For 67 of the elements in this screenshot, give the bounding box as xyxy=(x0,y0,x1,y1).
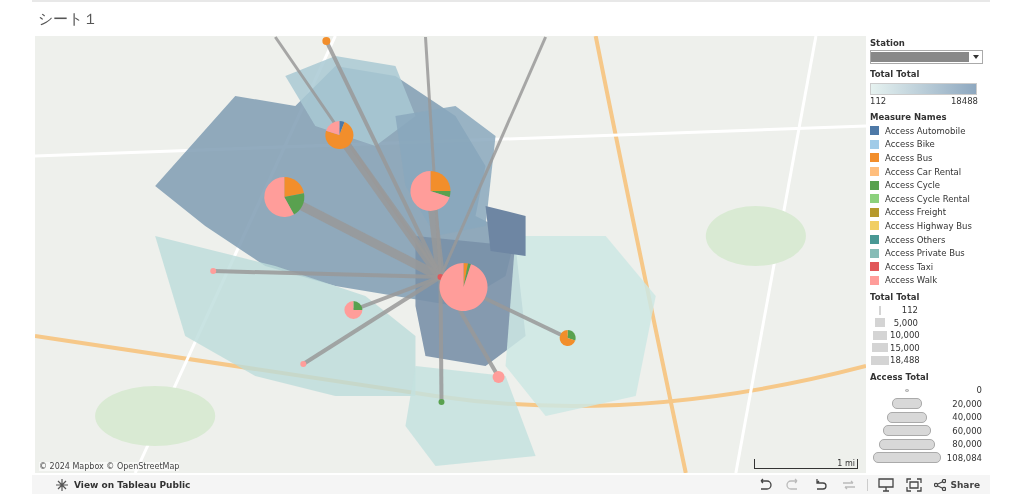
ramp-min-label: 112 xyxy=(870,95,887,107)
size-swatch xyxy=(887,411,927,423)
legend-label: Access Automobile xyxy=(885,124,966,138)
legend-title: Total Total xyxy=(870,68,921,81)
size-swatch xyxy=(892,398,922,410)
pie-marker[interactable] xyxy=(344,301,363,319)
sparkle-icon xyxy=(56,478,68,491)
view-on-tableau-link[interactable]: View on Tableau Public xyxy=(56,478,191,491)
legend-title: Measure Names xyxy=(870,111,948,124)
legend-title: Access Total xyxy=(870,370,930,384)
pie-marker[interactable] xyxy=(438,399,445,405)
pie-marker[interactable] xyxy=(559,330,576,346)
size-swatch xyxy=(873,330,887,340)
pie-marker[interactable] xyxy=(300,361,307,367)
legend-label: 40,000 xyxy=(951,411,982,425)
pie-marker[interactable] xyxy=(322,37,331,45)
legend-label: 60,000 xyxy=(951,424,982,438)
monitor-icon xyxy=(878,477,895,492)
map-view[interactable]: © 2024 Mapbox © OpenStreetMap 1 mi xyxy=(35,36,866,473)
fullscreen-button[interactable] xyxy=(904,477,925,492)
map-scale: 1 mi xyxy=(754,459,858,469)
size-swatch xyxy=(879,438,935,450)
district-region xyxy=(485,206,526,256)
legend-label: 0 xyxy=(975,384,982,398)
size-swatch xyxy=(875,318,885,328)
fullscreen-icon xyxy=(906,477,923,492)
legend-label: Access Cycle xyxy=(885,179,941,193)
pie-marker[interactable] xyxy=(325,121,354,149)
legend-label: Access Walk xyxy=(885,274,938,288)
pie-marker[interactable] xyxy=(210,268,217,274)
size-swatch xyxy=(905,388,909,392)
legend-label: 15,000 xyxy=(890,341,918,355)
legend-label: 10,000 xyxy=(890,329,918,343)
legend-label: 112 xyxy=(900,304,918,318)
legend-label: Access Bike xyxy=(885,138,935,152)
legend-label: Access Others xyxy=(885,233,946,247)
pie-marker[interactable] xyxy=(439,263,488,311)
device-button[interactable] xyxy=(876,477,897,492)
legend-label: 20,000 xyxy=(951,397,982,411)
legend-label: 18,488 xyxy=(890,354,918,368)
size-swatch xyxy=(871,355,889,365)
legend-label: Access Bus xyxy=(885,152,933,165)
legend-label: Access Freight xyxy=(885,206,947,220)
legend-label: Access Private Bus xyxy=(885,247,965,261)
size-swatch xyxy=(872,343,888,353)
legend-label: Access Highway Bus xyxy=(885,219,972,233)
map-attribution: © 2024 Mapbox © OpenStreetMap xyxy=(39,462,180,471)
ramp-max-label: 18488 xyxy=(950,95,978,107)
legend-label: 80,000 xyxy=(951,438,982,452)
size-swatch xyxy=(883,425,931,437)
legend-label: 108,084 xyxy=(945,451,982,465)
legend-label: Access Taxi xyxy=(885,260,934,274)
share-button[interactable]: Share xyxy=(932,478,982,491)
size-swatch xyxy=(873,452,941,464)
legend-title: Total Total xyxy=(870,291,921,305)
legend-label: 5,000 xyxy=(892,316,918,330)
pie-marker[interactable] xyxy=(492,371,505,383)
station-dropdown[interactable] xyxy=(870,50,983,64)
pie-marker[interactable] xyxy=(410,171,451,211)
legend-label: Access Car Rental xyxy=(885,165,962,179)
legend-label: Access Cycle Rental xyxy=(885,192,970,206)
filter-label: Station xyxy=(870,37,906,50)
revert-icon xyxy=(813,477,830,492)
share-icon xyxy=(934,478,947,491)
sheet-title: シート１ xyxy=(37,9,99,30)
caret-icon xyxy=(973,55,979,59)
pie-marker[interactable] xyxy=(264,177,305,217)
